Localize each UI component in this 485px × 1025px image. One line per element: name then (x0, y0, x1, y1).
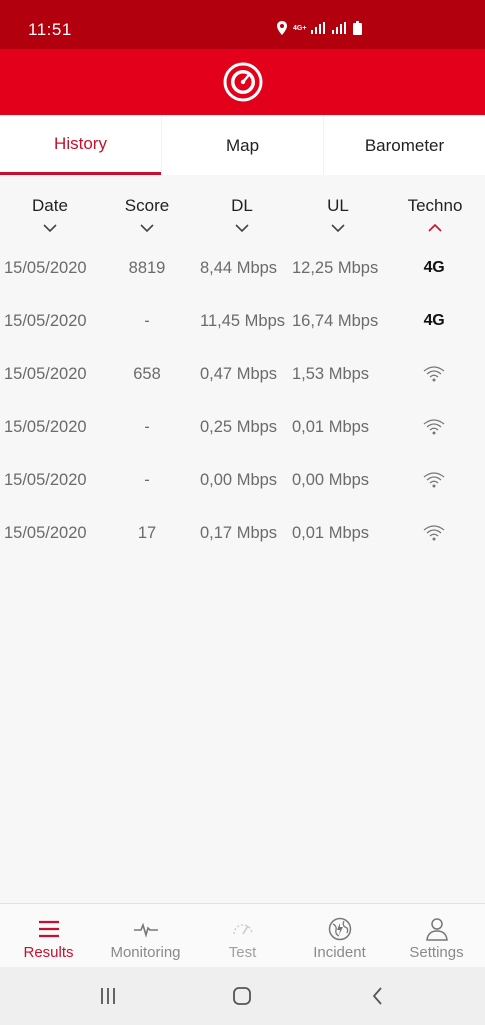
chevron-down-icon (235, 224, 249, 233)
tab-history[interactable]: History (0, 116, 161, 175)
column-ul-label: UL (327, 196, 349, 215)
row-dl: 0,25 Mbps (200, 418, 278, 436)
history-row[interactable]: 15/05/2020 - 0,25 Mbps 0,01 Mbps (0, 406, 485, 459)
nav-monitoring[interactable]: Monitoring (97, 904, 194, 967)
speedometer-logo (223, 62, 262, 102)
row-ul: 16,74 Mbps (292, 312, 379, 330)
row-date: 15/05/2020 (4, 365, 87, 383)
row-score: - (144, 312, 150, 330)
history-row[interactable]: 15/05/2020 658 0,47 Mbps 1,53 Mbps (0, 353, 485, 406)
pulse-icon (133, 922, 158, 938)
row-date: 15/05/2020 (4, 312, 87, 330)
user-icon (425, 918, 448, 941)
bottom-nav: Results Monitoring Test Incident Setting… (0, 903, 485, 967)
nav-test-label: Test (228, 944, 257, 961)
row-techno (410, 471, 458, 494)
chevron-up-icon (428, 223, 442, 232)
row-ul: 1,53 Mbps (292, 365, 370, 383)
wifi-icon (423, 366, 445, 382)
row-dl: 0,47 Mbps (200, 365, 278, 383)
row-dl: 11,45 Mbps (200, 312, 285, 330)
speed-icon (232, 924, 253, 935)
row-score: 17 (137, 524, 157, 542)
nav-results-label: Results (23, 944, 74, 961)
nav-settings[interactable]: Settings (388, 904, 485, 967)
status-time: 11:51 (28, 20, 72, 39)
app-header (0, 49, 485, 115)
tab-map[interactable]: Map (161, 116, 323, 175)
nav-results[interactable]: Results (0, 904, 97, 967)
nav-test[interactable]: Test (194, 904, 291, 967)
globe-alert-icon (328, 917, 351, 941)
wifi-icon (423, 472, 445, 488)
back-icon[interactable] (366, 984, 390, 1008)
row-techno: 4G (423, 312, 445, 329)
tab-bar: History Map Barometer (0, 116, 485, 175)
system-nav-bar (0, 967, 485, 1025)
location-icon (277, 21, 287, 35)
row-dl: 8,44 Mbps (200, 259, 278, 277)
history-row[interactable]: 15/05/2020 - 0,00 Mbps 0,00 Mbps (0, 459, 485, 512)
battery-icon (353, 21, 363, 35)
status-bar: 11:51 4G+ (0, 0, 485, 49)
row-ul: 0,00 Mbps (292, 471, 370, 489)
row-date: 15/05/2020 (4, 471, 87, 489)
column-dl-label: DL (231, 196, 253, 215)
menu-icon (38, 920, 59, 938)
row-date: 15/05/2020 (4, 524, 87, 542)
column-date-label: Date (32, 196, 68, 215)
history-row[interactable]: 15/05/2020 - 11,45 Mbps 16,74 Mbps 4G (0, 300, 485, 353)
row-ul: 0,01 Mbps (292, 418, 370, 436)
row-date: 15/05/2020 (4, 418, 87, 436)
column-score-label: Score (124, 196, 170, 215)
nav-monitoring-label: Monitoring (110, 944, 181, 961)
status-icons: 4G+ (276, 21, 363, 35)
history-list: 15/05/2020 8819 8,44 Mbps 12,25 Mbps 4G … (0, 247, 485, 565)
column-score[interactable]: Score (116, 196, 178, 234)
home-icon[interactable] (230, 984, 254, 1008)
row-techno (410, 418, 458, 441)
history-row[interactable]: 15/05/2020 17 0,17 Mbps 0,01 Mbps (0, 512, 485, 565)
column-dl[interactable]: DL (212, 196, 272, 234)
row-techno (410, 365, 458, 388)
row-ul: 0,01 Mbps (292, 524, 370, 542)
row-date: 15/05/2020 (4, 259, 87, 277)
row-techno (410, 524, 458, 547)
wifi-icon (423, 525, 445, 541)
history-row[interactable]: 15/05/2020 8819 8,44 Mbps 12,25 Mbps 4G (0, 247, 485, 300)
chevron-down-icon (331, 224, 345, 233)
chevron-down-icon (43, 224, 57, 233)
recent-apps-icon[interactable] (96, 984, 120, 1008)
column-date[interactable]: Date (20, 196, 80, 234)
tab-barometer[interactable]: Barometer (323, 116, 485, 175)
column-ul[interactable]: UL (308, 196, 368, 234)
row-dl: 0,17 Mbps (200, 524, 278, 542)
nav-settings-label: Settings (409, 944, 464, 961)
row-ul: 12,25 Mbps (292, 259, 379, 277)
row-score: 658 (133, 365, 161, 383)
row-score: - (144, 418, 150, 436)
nav-incident-label: Incident (313, 944, 366, 961)
row-dl: 0,00 Mbps (200, 471, 278, 489)
signal-icon (311, 22, 326, 34)
column-headers: Date Score DL UL Techno (0, 196, 485, 248)
row-techno: 4G (423, 259, 445, 276)
row-score: - (144, 471, 150, 489)
column-techno-label: Techno (407, 196, 463, 215)
network-type: 4G+ (293, 24, 307, 32)
row-score: 8819 (128, 259, 166, 277)
signal-icon (332, 22, 347, 34)
chevron-down-icon (140, 224, 154, 233)
column-techno[interactable]: Techno (400, 196, 470, 234)
nav-incident[interactable]: Incident (291, 904, 388, 967)
wifi-icon (423, 419, 445, 435)
